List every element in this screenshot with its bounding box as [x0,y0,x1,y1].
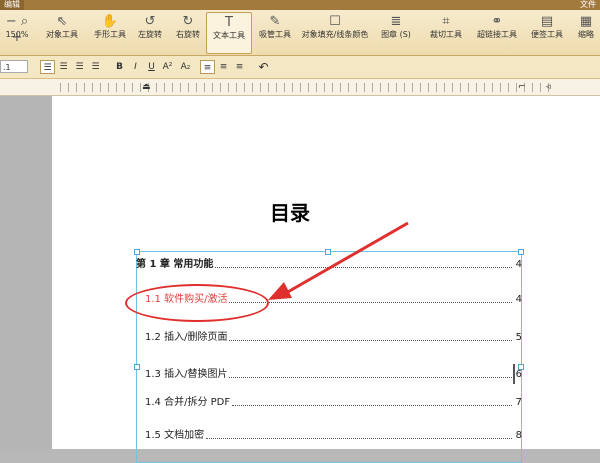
arrow-shaft [285,221,409,295]
annotation-arrow [268,221,409,300]
arrow-head [268,282,292,300]
